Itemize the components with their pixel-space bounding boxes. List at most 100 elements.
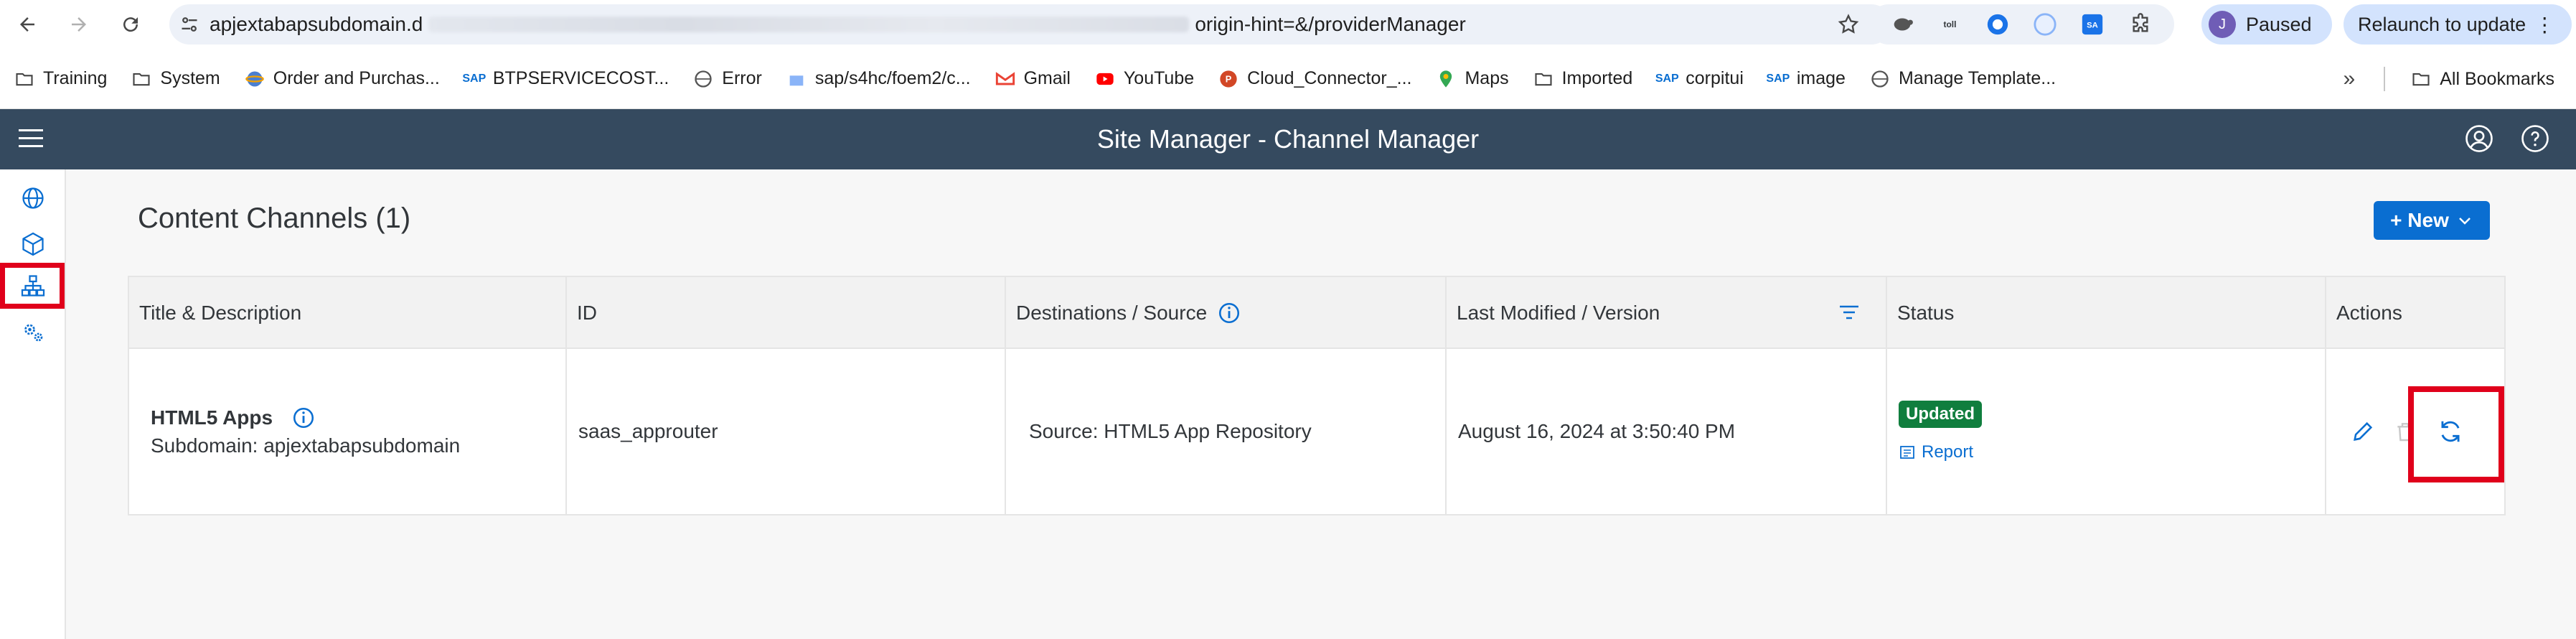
new-button-label: + New bbox=[2390, 209, 2449, 231]
relaunch-label: Relaunch to update bbox=[2358, 13, 2526, 35]
bookmark-item[interactable]: Manage Template... bbox=[1870, 68, 2056, 89]
powerpoint-icon: P bbox=[1218, 69, 1238, 89]
all-bookmarks-label: All Bookmarks bbox=[2440, 68, 2554, 89]
status-badge: Updated bbox=[1899, 401, 1982, 428]
url-suffix: origin-hint=&/providerManager bbox=[1195, 13, 1466, 35]
chevron-down-icon bbox=[2458, 218, 2471, 225]
folder-icon bbox=[1533, 69, 1553, 89]
forward-icon[interactable] bbox=[62, 7, 96, 42]
shell-title: Site Manager - Channel Manager bbox=[1096, 124, 1480, 154]
url-text: apjextabapsubdomain.d origin-hint=&/prov… bbox=[210, 13, 1466, 36]
folder-icon bbox=[14, 69, 34, 89]
highlight-box-channel-manager bbox=[0, 263, 65, 309]
channel-source: Source: HTML5 App Repository bbox=[1029, 420, 1312, 442]
reload-icon[interactable] bbox=[113, 7, 148, 42]
bookmark-item[interactable]: YouTube bbox=[1095, 68, 1194, 89]
column-header-id[interactable]: ID bbox=[567, 277, 1006, 349]
report-label: Report bbox=[1922, 442, 1974, 462]
sites-globe-icon[interactable] bbox=[16, 181, 50, 215]
bookmark-item[interactable]: Training bbox=[14, 68, 107, 89]
bookmark-item[interactable]: Maps bbox=[1436, 68, 1509, 89]
column-header-destinations[interactable]: Destinations / Source bbox=[1006, 277, 1447, 349]
column-header-status[interactable]: Status bbox=[1887, 277, 2326, 349]
bookmark-item[interactable]: SAP image bbox=[1766, 68, 1846, 89]
bookmark-item[interactable]: Imported bbox=[1533, 68, 1632, 89]
back-icon[interactable] bbox=[10, 7, 44, 42]
bookmark-item[interactable]: Gmail bbox=[995, 68, 1071, 89]
profile-status: Paused bbox=[2246, 13, 2312, 35]
table-header: Title & Description ID Destinations / So… bbox=[129, 277, 2504, 349]
cell-title: HTML5 Apps Subdomain: apjextabapsubdomai… bbox=[129, 349, 567, 514]
profile-button[interactable]: J Paused bbox=[2201, 4, 2332, 45]
report-icon bbox=[1900, 446, 1914, 459]
user-icon[interactable] bbox=[2464, 123, 2494, 154]
svg-text:P: P bbox=[1226, 73, 1232, 84]
bookmarks-overflow: » All Bookmarks bbox=[2344, 49, 2554, 109]
extensions-bar: toll SA bbox=[1868, 4, 2174, 45]
folder-icon bbox=[2411, 69, 2431, 89]
menu-icon[interactable] bbox=[19, 128, 43, 149]
bookmarks-more-icon[interactable]: » bbox=[2344, 67, 2356, 91]
bookmark-item[interactable]: sap/s4hc/foem2/c... bbox=[786, 68, 971, 89]
channel-title: HTML5 Apps bbox=[151, 406, 273, 429]
profile-avatar: J bbox=[2209, 11, 2236, 38]
toll-extension-icon[interactable]: toll bbox=[1937, 11, 1962, 37]
content-cube-icon[interactable] bbox=[16, 227, 50, 261]
side-navigation bbox=[0, 169, 66, 639]
relaunch-button[interactable]: Relaunch to update ⋮ bbox=[2344, 4, 2572, 45]
cloud-extension-icon[interactable] bbox=[2032, 11, 2058, 37]
help-icon[interactable] bbox=[2520, 123, 2550, 154]
column-header-last-modified[interactable]: Last Modified / Version bbox=[1447, 277, 1887, 349]
maps-icon bbox=[1436, 69, 1456, 89]
youtube-icon bbox=[1095, 69, 1115, 89]
globe-icon bbox=[1870, 69, 1890, 89]
globe-icon bbox=[693, 69, 713, 89]
report-link[interactable]: Report bbox=[1899, 442, 1973, 462]
bookmark-item[interactable]: SAP corpitui bbox=[1655, 68, 1744, 89]
shell-actions bbox=[2464, 123, 2550, 154]
settings-gears-icon[interactable] bbox=[16, 314, 50, 349]
bookmark-item[interactable]: SAP BTPSERVICECOST... bbox=[462, 68, 669, 89]
bookmark-item[interactable]: Order and Purchas... bbox=[245, 68, 440, 89]
cell-id: saas_approuter bbox=[567, 349, 1006, 514]
edit-pencil-icon[interactable] bbox=[2351, 419, 2375, 444]
info-icon[interactable] bbox=[1217, 301, 1241, 325]
filter-icon[interactable] bbox=[1838, 303, 1860, 323]
sap-icon: SAP bbox=[462, 72, 486, 85]
page-icon bbox=[786, 69, 807, 89]
page-title: Content Channels (1) bbox=[138, 202, 411, 234]
bookmark-item[interactable]: P Cloud_Connector_... bbox=[1218, 68, 1411, 89]
gmail-icon bbox=[995, 69, 1015, 89]
saml-extension-icon[interactable]: SA bbox=[2079, 11, 2105, 37]
highlight-box-refresh bbox=[2408, 386, 2504, 482]
bookmark-item[interactable]: System bbox=[131, 68, 220, 89]
new-button[interactable]: + New bbox=[2374, 201, 2490, 240]
puzzle-extensions-icon[interactable] bbox=[2128, 11, 2153, 37]
channel-subdomain: Subdomain: apjextabapsubdomain bbox=[151, 434, 461, 457]
address-bar[interactable]: apjextabapsubdomain.d origin-hint=&/prov… bbox=[169, 4, 1891, 45]
cell-last-modified: August 16, 2024 at 3:50:40 PM bbox=[1447, 349, 1887, 514]
main-content: Content Channels (1) + New Title & Descr… bbox=[66, 169, 2576, 639]
cell-status: Updated Report bbox=[1887, 349, 2326, 514]
channels-table: Title & Description ID Destinations / So… bbox=[128, 276, 2506, 516]
channel-modified: August 16, 2024 at 3:50:40 PM bbox=[1458, 420, 1736, 442]
bookmarks-bar: Training System Order and Purchas... SAP… bbox=[0, 49, 2576, 109]
turtle-extension-icon[interactable] bbox=[1889, 11, 1915, 37]
sap-icon: SAP bbox=[1655, 72, 1679, 85]
blue-circle-extension-icon[interactable] bbox=[1985, 11, 2011, 37]
site-info-icon[interactable] bbox=[169, 4, 210, 45]
channel-id: saas_approuter bbox=[578, 420, 718, 442]
shell-bar: Site Manager - Channel Manager bbox=[0, 109, 2576, 169]
bookmarks-divider bbox=[2384, 67, 2386, 91]
all-bookmarks-button[interactable]: All Bookmarks bbox=[2411, 69, 2554, 90]
globe-icon bbox=[245, 69, 265, 89]
column-header-title[interactable]: Title & Description bbox=[129, 277, 567, 349]
folder-icon bbox=[131, 69, 151, 89]
bookmark-item[interactable]: Error bbox=[693, 68, 762, 89]
info-icon[interactable] bbox=[291, 406, 316, 430]
url-prefix: apjextabapsubdomain.d bbox=[210, 13, 423, 35]
cell-source: Source: HTML5 App Repository bbox=[1006, 349, 1447, 514]
column-header-actions: Actions bbox=[2336, 302, 2402, 324]
bookmark-star-icon[interactable] bbox=[1837, 13, 1860, 36]
more-menu-icon[interactable]: ⋮ bbox=[2534, 13, 2554, 37]
